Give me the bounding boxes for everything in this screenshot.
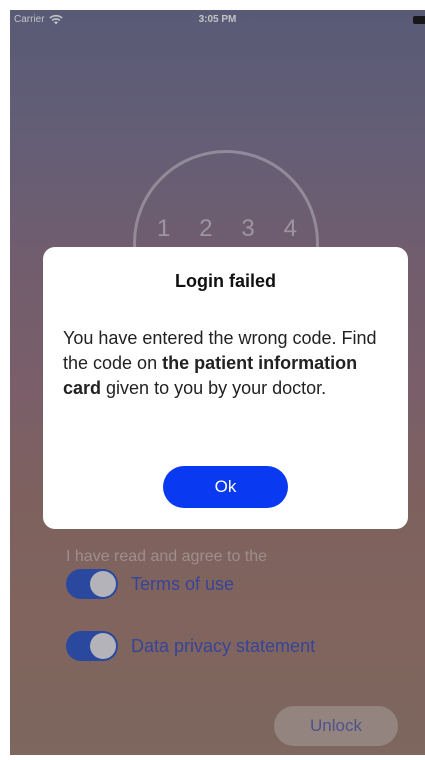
device-frame: Carrier 3:05 PM 1 2 3 4 I have read and … bbox=[0, 0, 425, 760]
dialog-title: Login failed bbox=[175, 271, 276, 291]
dialog-message-text-end: given to you by your doctor. bbox=[101, 378, 327, 398]
dialog-message: You have entered the wrong code. Find th… bbox=[63, 326, 394, 401]
ok-button[interactable]: Ok bbox=[163, 466, 288, 508]
login-failed-dialog: Login failed You have entered the wrong … bbox=[43, 247, 408, 529]
